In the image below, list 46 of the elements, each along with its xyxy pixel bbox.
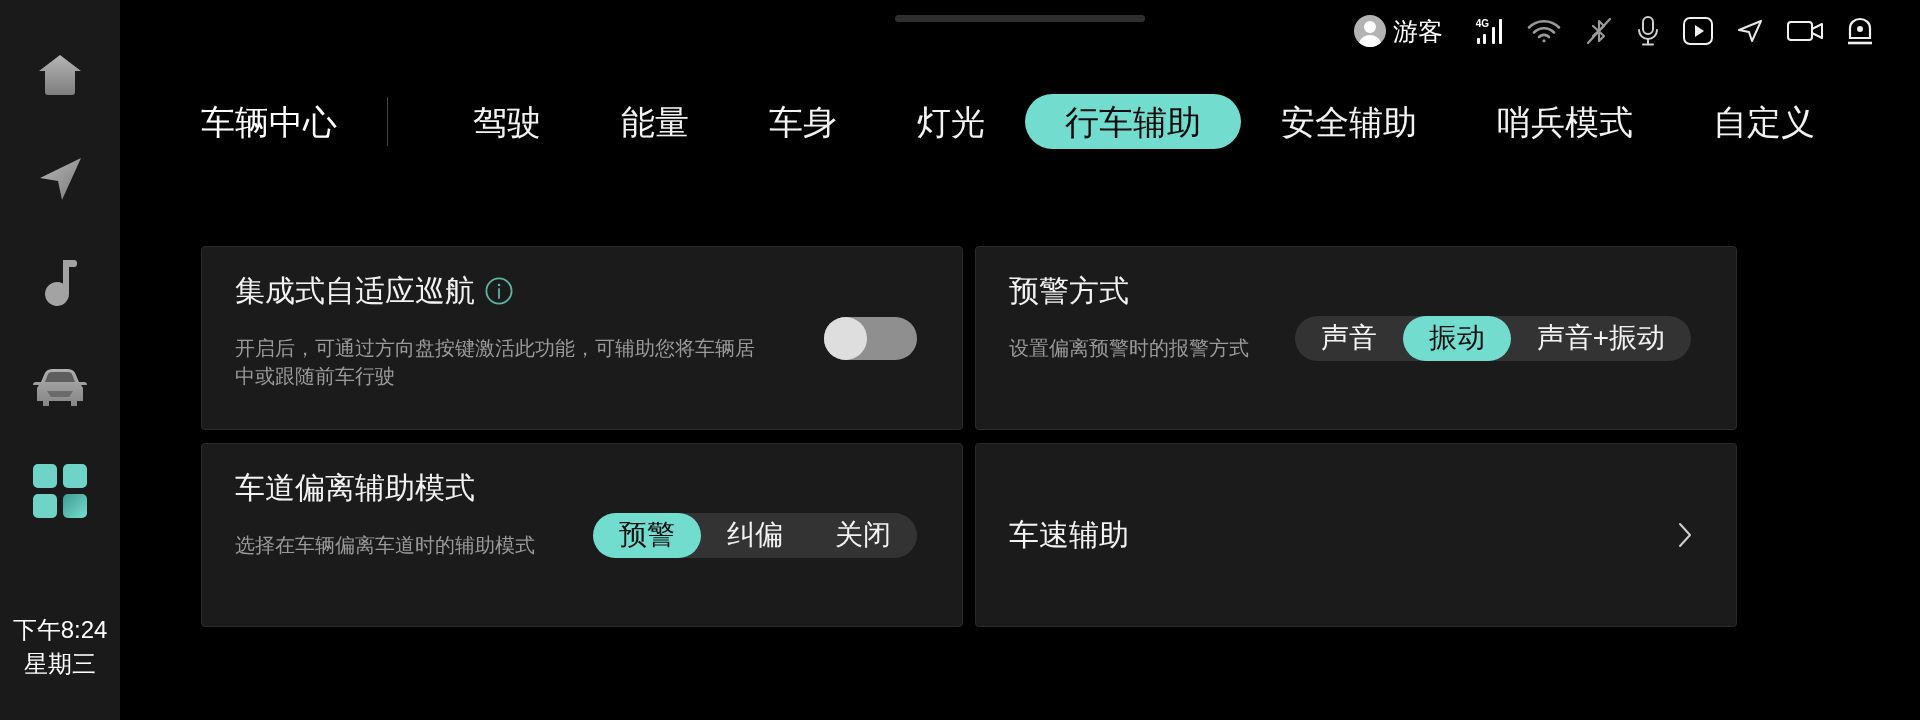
play-icon — [1683, 17, 1713, 45]
signal-bars-icon — [1475, 31, 1487, 44]
tab[interactable]: 能量 — [581, 94, 729, 149]
segment-option[interactable]: 声音+振动 — [1510, 315, 1691, 361]
card-title: 预警方式 — [1009, 273, 1129, 309]
card-title: 车道偏离辅助模式 — [235, 470, 475, 506]
clock-time: 下午8:24 — [12, 615, 108, 645]
signal-bars-icon — [1491, 18, 1503, 44]
info-icon[interactable] — [485, 277, 513, 305]
apps-grid-icon[interactable] — [33, 464, 87, 518]
segment-option[interactable]: 声音 — [1294, 315, 1403, 361]
home-icon[interactable] — [39, 55, 81, 95]
user-avatar-icon[interactable] — [1353, 15, 1386, 47]
card-description: 选择在车辆偏离车道时的辅助模式 — [235, 533, 535, 558]
navigation-arrow-icon — [1737, 19, 1763, 43]
tab[interactable]: 行车辅助 — [1025, 94, 1241, 149]
network-type-label: 4G — [1475, 18, 1489, 29]
tab[interactable]: 驾驶 — [433, 94, 581, 149]
wifi-icon — [1527, 19, 1561, 43]
tab[interactable]: 安全辅助 — [1241, 94, 1457, 149]
segment-option[interactable]: 纠偏 — [701, 512, 809, 558]
microphone-icon — [1637, 16, 1659, 46]
segment-option[interactable]: 预警 — [593, 512, 701, 558]
segment-option[interactable]: 关闭 — [809, 512, 917, 558]
car-icon[interactable] — [33, 368, 87, 406]
card-description: 开启后，可通过方向盘按键激活此功能，可辅助您将车辆居中或跟随前车行驶 — [235, 336, 756, 389]
tab[interactable]: 灯光 — [877, 94, 1025, 149]
card-title: 车速辅助 — [1009, 517, 1129, 553]
toggle-switch[interactable] — [824, 316, 917, 360]
tab[interactable]: 车身 — [729, 94, 877, 149]
tab[interactable]: 自定义 — [1673, 94, 1855, 149]
user-name[interactable]: 游客 — [1392, 18, 1443, 44]
tab[interactable]: 哨兵模式 — [1457, 94, 1673, 149]
video-camera-icon — [1787, 21, 1823, 41]
drag-handle[interactable] — [895, 15, 1145, 22]
weekday-label: 星期三 — [24, 649, 96, 679]
page-title: 车辆中心 — [201, 104, 337, 139]
settings-card[interactable]: 车速辅助 — [975, 443, 1737, 627]
music-note-icon[interactable] — [43, 260, 77, 306]
chevron-right-icon — [1678, 522, 1692, 548]
card-title: 集成式自适应巡航 — [235, 273, 475, 309]
card-description: 设置偏离预警时的报警方式 — [1009, 336, 1249, 361]
dome-camera-icon — [1847, 17, 1873, 45]
navigation-arrow-icon[interactable] — [38, 157, 82, 201]
segment-option[interactable]: 振动 — [1402, 315, 1511, 361]
bluetooth-off-icon — [1585, 17, 1613, 45]
